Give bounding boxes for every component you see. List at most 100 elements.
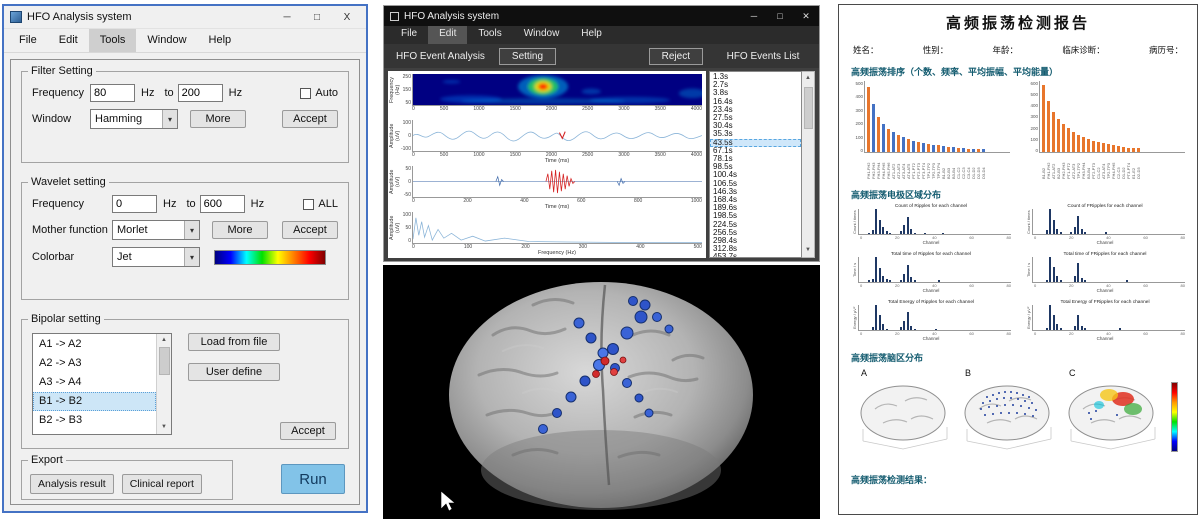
app-icon [10, 11, 22, 23]
list-item[interactable]: A3 -> A4 [33, 373, 156, 392]
brain-render [383, 265, 820, 519]
section-channel-dist-heading: 高频振荡电极区域分布 [851, 188, 1185, 201]
setting-button[interactable]: Setting [499, 48, 556, 65]
brain-thumb-a [853, 379, 957, 457]
menu-help[interactable]: Help [570, 26, 613, 44]
minimize-button[interactable]: ─ [272, 12, 302, 23]
menu-tools[interactable]: Tools [467, 26, 512, 44]
spectrogram-image [412, 74, 702, 106]
list-item[interactable]: A1 -> A2 [33, 335, 156, 354]
auto-checkbox[interactable]: Auto [300, 87, 338, 99]
rank-left: 5004003002001000 FH1-FH2FH2-FH3FH3-FH4FH… [851, 81, 1010, 179]
list-item-selected[interactable]: B1 -> B2 [33, 392, 156, 411]
wavelet-freq-low-input[interactable] [112, 195, 157, 213]
filter-more-button[interactable]: More [190, 110, 246, 128]
close-button[interactable]: ✕ [793, 11, 819, 22]
analysis-result-button[interactable]: Analysis result [30, 474, 114, 494]
menu-window[interactable]: Window [513, 26, 571, 44]
ranking-charts: 5004003002001000 FH1-FH2FH2-FH3FH3-FH4FH… [851, 81, 1185, 179]
brain-3d-view[interactable] [383, 265, 820, 519]
scrollbar[interactable]: ▲ ▼ [802, 71, 815, 258]
event-analysis-label: HFO Event Analysis [396, 51, 485, 62]
title-bar[interactable]: HFO Analysis system ─ □ X [4, 6, 366, 29]
hz-label: Hz [163, 198, 176, 210]
menu-file[interactable]: File [8, 29, 48, 52]
window-title: HFO Analysis system [404, 11, 741, 22]
reject-button[interactable]: Reject [649, 48, 703, 65]
bar [877, 117, 880, 153]
maximize-button[interactable]: □ [767, 11, 793, 21]
spectrum-plot: Amplitude (uV) 100500 0100200300400500 F… [389, 212, 702, 257]
load-from-file-button[interactable]: Load from file [188, 333, 280, 351]
chevron-down-icon: ▾ [162, 110, 177, 128]
minimize-button[interactable]: ─ [741, 11, 767, 21]
menu-edit[interactable]: Edit [428, 26, 467, 44]
wavelet-more-button[interactable]: More [212, 221, 268, 239]
clinical-report-button[interactable]: Clinical report [122, 474, 202, 494]
events-list-title: HFO Events List [707, 51, 819, 62]
bar [867, 87, 870, 152]
mini-chart: Count of Ripples for each channelCount /… [851, 204, 1011, 246]
scroll-down-icon[interactable]: ▼ [805, 244, 811, 257]
colorbar-select[interactable]: Jet ▾ [112, 247, 200, 267]
scrollbar-thumb[interactable] [159, 347, 170, 375]
brain-thumb-b [957, 379, 1061, 457]
run-button[interactable]: Run [281, 464, 345, 494]
wavelet-accept-button[interactable]: Accept [282, 221, 338, 239]
filter-freq-high-input[interactable] [178, 84, 223, 102]
bar [1092, 141, 1095, 152]
bar [897, 135, 900, 152]
window-title: HFO Analysis system [27, 11, 272, 23]
list-item[interactable]: B2 -> B3 [33, 411, 156, 430]
mother-function-select[interactable]: Morlet ▾ [112, 220, 200, 240]
section-ranking-heading: 高频振荡排序（个数、频率、平均振幅、平均能量） [851, 65, 1185, 78]
menu-bar: File Edit Tools Window Help [384, 26, 819, 44]
wavelet-freq-high-input[interactable] [200, 195, 245, 213]
hz-label: Hz [251, 198, 264, 210]
scroll-down-icon[interactable]: ▼ [161, 421, 167, 434]
scrollbar-thumb[interactable] [804, 87, 813, 129]
window-select[interactable]: Hamming ▾ [90, 109, 178, 129]
scrollbar[interactable]: ▲ ▼ [156, 334, 171, 434]
bar [1122, 147, 1125, 152]
wavelet-setting-group: Wavelet setting Frequency Hz to Hz ALL M… [21, 176, 349, 300]
auto-label: Auto [315, 87, 338, 99]
field-name: 姓名： [853, 44, 879, 56]
menu-tools[interactable]: Tools [89, 29, 137, 52]
bar [1072, 132, 1075, 152]
report-title: 高频振荡检测报告 [839, 12, 1197, 33]
close-button[interactable]: X [332, 12, 362, 23]
filter-freq-low-input[interactable] [90, 84, 135, 102]
bar [952, 147, 955, 152]
menu-help[interactable]: Help [198, 29, 243, 52]
brain-view-b: B [957, 368, 1061, 457]
bar [912, 141, 915, 153]
user-define-button[interactable]: User define [188, 363, 280, 381]
event-item[interactable]: 453.7s [710, 253, 801, 258]
menu-edit[interactable]: Edit [48, 29, 89, 52]
menu-file[interactable]: File [390, 26, 428, 44]
list-item[interactable]: A2 -> A3 [33, 354, 156, 373]
maximize-button[interactable]: □ [302, 12, 332, 23]
hfo-event-analysis-window: HFO Analysis system ─ □ ✕ File Edit Tool… [383, 5, 820, 262]
menu-window[interactable]: Window [136, 29, 197, 52]
scroll-up-icon[interactable]: ▲ [161, 334, 167, 347]
export-group: Export Analysis result Clinical report [21, 454, 233, 500]
wavelet-setting-legend: Wavelet setting [28, 176, 109, 188]
section-result-heading: 高频振荡检测结果： [851, 473, 1185, 486]
bipolar-listbox[interactable]: A1 -> A2 A2 -> A3 A3 -> A4 B1 -> B2 B2 -… [32, 333, 172, 435]
to-label: to [186, 198, 195, 210]
bar [1057, 119, 1060, 152]
plots-panel: Frequency (Hz) 25015050 [388, 71, 706, 258]
filter-accept-button[interactable]: Accept [282, 110, 338, 128]
bar [1112, 145, 1115, 152]
title-bar[interactable]: HFO Analysis system ─ □ ✕ [384, 6, 819, 26]
jet-colorbar-preview [214, 250, 326, 265]
all-checkbox[interactable]: ALL [303, 198, 338, 210]
chevron-down-icon: ▾ [184, 221, 199, 239]
rainbow-colorbar [1171, 382, 1178, 452]
bipolar-accept-button[interactable]: Accept [280, 422, 336, 440]
scroll-up-icon[interactable]: ▲ [805, 72, 811, 85]
hfo-events-list[interactable]: 1.3s2.7s3.8s16.4s23.4s27.5s30.4s35.3s43.… [709, 71, 802, 258]
clinical-report-page: 高频振荡检测报告 姓名： 性别： 年龄： 临床诊断： 病历号： 高频振荡排序（个… [838, 4, 1198, 515]
